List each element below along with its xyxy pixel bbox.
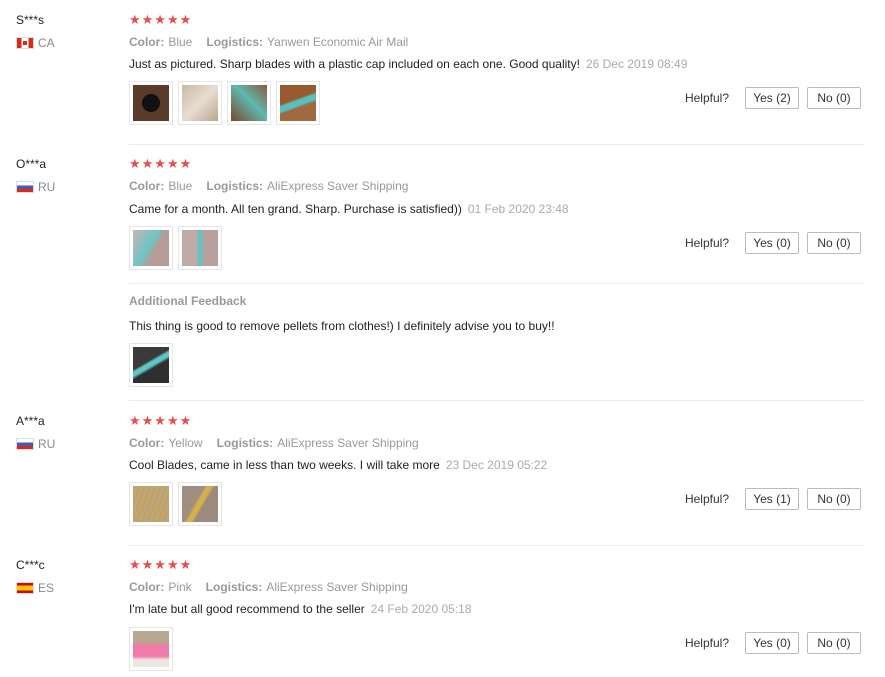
review-body: I'm late but all good recommend to the s…: [129, 602, 365, 616]
logistics-value: AliExpress Saver Shipping: [267, 179, 409, 193]
country-code: ES: [38, 581, 55, 595]
reviewer-country: RU: [16, 437, 55, 451]
review-photo[interactable]: [276, 81, 320, 125]
color-value: Blue: [168, 179, 193, 193]
helpful-no-button[interactable]: No (0): [807, 488, 861, 510]
reviewer-name: S***s: [16, 13, 45, 27]
review-photos: [129, 482, 227, 526]
color-value: Yellow: [168, 436, 203, 450]
rating-stars: ★★★★★: [129, 156, 193, 171]
helpful-controls: Helpful? Yes (1) No (0): [685, 488, 861, 510]
review-photos: [129, 226, 227, 270]
helpful-label: Helpful?: [684, 636, 729, 650]
helpful-label: Helpful?: [684, 236, 729, 250]
review-photo[interactable]: [129, 482, 173, 526]
reviewer-name: A***a: [16, 414, 45, 428]
order-info: Color: Blue Logistics: Yanwen Economic Air …: [129, 35, 408, 49]
helpful-no-button[interactable]: No (0): [807, 632, 861, 654]
order-info: Color: Pink Logistics: AliExpress Saver Shi…: [129, 580, 408, 594]
review-text: Cool Blades, came in less than two weeks…: [129, 458, 547, 472]
logistics-label: Logistics:: [205, 580, 263, 594]
additional-feedback-title: Additional Feedback: [129, 294, 247, 308]
logistics-value: Yanwen Economic Air Mail: [267, 35, 409, 49]
review-body: Just as pictured. Sharp blades with a pl…: [129, 57, 580, 71]
order-info: Color: Blue Logistics: AliExpress Saver Shi…: [129, 179, 408, 193]
flag-ru-icon: [16, 181, 34, 193]
review-photo[interactable]: [178, 81, 222, 125]
reviewer-name: O***a: [16, 157, 47, 171]
helpful-controls: Helpful? Yes (0) No (0): [685, 632, 861, 654]
order-info: Color: Yellow Logistics: AliExpress Saver S…: [129, 436, 419, 450]
reviewer-name: C***c: [16, 558, 45, 572]
additional-feedback-text: This thing is good to remove pellets fro…: [129, 319, 555, 333]
reviewer-country: CA: [16, 36, 55, 50]
rating-stars: ★★★★★: [129, 12, 193, 27]
country-code: CA: [38, 36, 55, 50]
additional-divider: [129, 283, 865, 284]
logistics-value: AliExpress Saver Shipping: [266, 580, 408, 594]
review-photo[interactable]: [129, 627, 173, 671]
flag-es-icon: [16, 582, 34, 594]
reviewer-country: ES: [16, 581, 54, 595]
review-divider: [129, 144, 865, 145]
review-photo[interactable]: [129, 226, 173, 270]
review-photo[interactable]: [178, 482, 222, 526]
review-photos: [129, 627, 178, 671]
review-body: Cool Blades, came in less than two weeks…: [129, 458, 440, 472]
flag-ru-icon: [16, 438, 34, 450]
review-photos: [129, 81, 325, 125]
helpful-no-button[interactable]: No (0): [807, 232, 861, 254]
helpful-yes-button[interactable]: Yes (0): [745, 632, 799, 654]
review-text: Just as pictured. Sharp blades with a pl…: [129, 57, 687, 71]
country-code: RU: [38, 180, 56, 194]
review-photo[interactable]: [227, 81, 271, 125]
helpful-no-button[interactable]: No (0): [807, 87, 861, 109]
color-value: Pink: [168, 580, 192, 594]
review-date: 26 Dec 2019 08:49: [585, 57, 688, 71]
flag-ca-icon: [16, 37, 34, 49]
color-label: Color:: [129, 179, 165, 193]
review-date: 01 Feb 2020 23:48: [467, 202, 569, 216]
reviewer-country: RU: [16, 180, 55, 194]
additional-photos: [129, 343, 178, 387]
review-divider: [129, 400, 865, 401]
color-label: Color:: [129, 35, 165, 49]
review-text: Came for a month. All ten grand. Sharp. …: [129, 202, 569, 216]
logistics-value: AliExpress Saver Shipping: [277, 436, 419, 450]
helpful-controls: Helpful? Yes (0) No (0): [685, 232, 861, 254]
review-text: I'm late but all good recommend to the s…: [129, 602, 472, 616]
helpful-label: Helpful?: [684, 492, 729, 506]
color-value: Blue: [168, 35, 193, 49]
helpful-yes-button[interactable]: Yes (1): [745, 488, 799, 510]
color-label: Color:: [129, 436, 165, 450]
rating-stars: ★★★★★: [129, 413, 193, 428]
helpful-label: Helpful?: [684, 91, 729, 105]
helpful-yes-button[interactable]: Yes (2): [745, 87, 799, 109]
helpful-yes-button[interactable]: Yes (0): [745, 232, 799, 254]
logistics-label: Logistics:: [206, 179, 264, 193]
review-divider: [129, 545, 865, 546]
logistics-label: Logistics:: [206, 35, 264, 49]
helpful-controls: Helpful? Yes (2) No (0): [685, 87, 861, 109]
review-date: 23 Dec 2019 05:22: [445, 458, 548, 472]
review-photo[interactable]: [129, 343, 173, 387]
review-body: Came for a month. All ten grand. Sharp. …: [129, 202, 462, 216]
review-photo[interactable]: [178, 226, 222, 270]
color-label: Color:: [129, 580, 165, 594]
review-photo[interactable]: [129, 81, 173, 125]
country-code: RU: [38, 437, 56, 451]
review-date: 24 Feb 2020 05:18: [370, 602, 472, 616]
logistics-label: Logistics:: [216, 436, 274, 450]
rating-stars: ★★★★★: [129, 557, 193, 572]
